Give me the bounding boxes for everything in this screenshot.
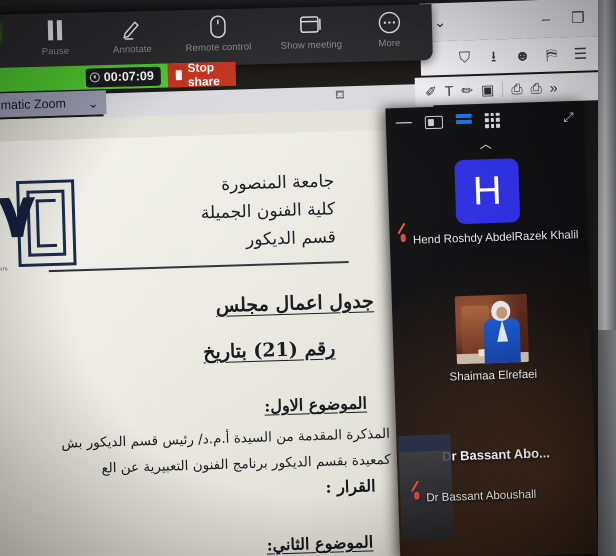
faculty-fine-arts-logo-icon: ٩٧ كلية الفنون الجميلة FACULTY OF FINE A…	[0, 178, 38, 275]
show-meeting-button[interactable]: Show meeting	[264, 11, 359, 52]
mouse-icon	[210, 14, 227, 38]
subject-two-heading: الموضوع الثاني:	[266, 532, 374, 555]
stop-share-button[interactable]: Stop share	[167, 60, 237, 89]
pdf-editing-toolbar: ✐ T ✏ ▣ ⎙ ⎙ »	[414, 71, 616, 106]
participant-video-thumbnail	[454, 293, 529, 365]
remote-control-button[interactable]: Remote control	[172, 13, 265, 54]
titlebar-spacer	[462, 20, 524, 22]
image-icon[interactable]: ▣	[481, 81, 495, 98]
grid-view-icon[interactable]	[484, 112, 501, 128]
decision-label: القرار :	[325, 476, 376, 497]
more-label: More	[378, 37, 401, 50]
strip-view-icon[interactable]	[455, 113, 472, 129]
participant-tile[interactable]: H Hend Roshdy AbdelRazek Khalil	[387, 150, 589, 292]
show-meeting-label: Show meeting	[280, 39, 343, 52]
clock-icon	[89, 72, 100, 83]
download-icon[interactable]: ⭳	[483, 48, 503, 65]
header-line-department: قسم الديكور	[245, 227, 337, 251]
maximize-button[interactable]: ❐	[568, 9, 588, 26]
screenshot-root: ٩٧ كلية الفنون الجميلة FACULTY OF FINE A…	[0, 0, 616, 556]
account-icon[interactable]: ☻	[512, 47, 532, 64]
pencil-icon	[120, 16, 145, 41]
header-divider	[48, 260, 349, 272]
text-icon[interactable]: T	[445, 83, 454, 99]
print-icon[interactable]: ⎙	[511, 80, 523, 97]
desktop-background-right-lower	[598, 330, 616, 556]
menu-icon[interactable]: ☰	[570, 45, 590, 62]
zoom-participant-panel: — ⤢ ︿ H Hend Roshdy AbdelRazek Khalil Sh…	[385, 101, 599, 556]
share-timer: 00:07:09	[85, 66, 162, 88]
toolbar-divider	[502, 81, 504, 98]
document-title-line-1: جدول اعمال مجلس	[215, 290, 375, 318]
participant-name-row: Hend Roshdy AbdelRazek Khalil	[399, 228, 579, 247]
zoom-level-value: utomatic Zoom	[0, 96, 67, 113]
pdf-document-page: ٩٧ كلية الفنون الجميلة FACULTY OF FINE A…	[0, 107, 404, 556]
document-title-line-2: رقم (21) بتاريخ	[202, 337, 336, 364]
participant-tile[interactable]: Dr Bassant Abo... Dr Bassant Aboushall	[396, 408, 598, 541]
pdf-toolbar-left: utomatic Zoom ⌄	[0, 90, 107, 118]
save-icon[interactable]: ⎙	[530, 79, 542, 96]
remote-control-label: Remote control	[185, 41, 252, 55]
mic-muted-icon	[412, 492, 421, 505]
mic-muted-icon	[399, 234, 408, 247]
participant-name: Dr Bassant Aboushall	[426, 488, 537, 504]
minimize-icon[interactable]: —	[396, 114, 413, 133]
participant-name-row: Dr Bassant Aboushall	[412, 488, 536, 505]
pause-label: Pause	[41, 45, 70, 58]
window-icon	[299, 12, 324, 37]
draw-icon[interactable]: ✏	[461, 82, 473, 99]
shield-icon[interactable]: ⛉	[454, 49, 474, 66]
participant-name: Hend Roshdy AbdelRazek Khalil	[412, 228, 579, 247]
highlight-icon[interactable]: ✐	[425, 83, 437, 100]
expand-icon[interactable]: ⤢	[563, 109, 574, 125]
participant-name: Shaimaa Elrefaei	[449, 368, 538, 384]
browser-navbar: ⛉ ⭳ ☻ ⛿ ☰	[420, 35, 616, 76]
subject-one-heading: الموضوع الاول:	[264, 393, 368, 416]
annotate-label: Annotate	[112, 43, 153, 56]
pdf-bookmark-icon[interactable]: ⛾	[335, 87, 345, 103]
fine-arts-logo-caption: كلية الفنون الجميلة FACULTY OF FINE ARTS	[0, 261, 9, 273]
adjacent-tile-sliver	[398, 434, 454, 541]
chevron-down-icon[interactable]: ⌄	[430, 13, 450, 30]
minimize-button[interactable]: –	[536, 10, 556, 27]
new-share-button[interactable]: re	[0, 19, 19, 59]
annotate-button[interactable]: Annotate	[92, 15, 173, 56]
ellipsis-icon	[377, 10, 401, 35]
document-header-block: جامعة المنصورة كلية الفنون الجميلة قسم ا…	[200, 167, 337, 255]
document-logos: ٩٧ كلية الفنون الجميلة FACULTY OF FINE A…	[0, 178, 77, 275]
stop-square-icon	[175, 70, 182, 81]
document-body-text: المذكرة المقدمة من السيدة أ.م.د/ رئيس قس…	[0, 421, 391, 486]
participant-display-name: Dr Bassant Abo...	[441, 444, 551, 464]
overflow-icon[interactable]: »	[549, 79, 557, 95]
avatar: H	[454, 158, 521, 225]
participant-tile[interactable]: Shaimaa Elrefaei	[392, 286, 594, 414]
bookmark-save-icon[interactable]: ⛿	[541, 46, 561, 63]
share-timer-value: 00:07:09	[103, 68, 155, 85]
speaker-view-icon[interactable]	[424, 115, 444, 129]
zoom-level-select[interactable]: utomatic Zoom ⌄	[0, 95, 99, 113]
fine-arts-caption-en: FACULTY OF FINE ARTS	[0, 266, 8, 273]
header-line-faculty: كلية الفنون الجميلة	[200, 199, 336, 224]
header-line-university: جامعة المنصورة	[220, 171, 335, 195]
pause-icon	[47, 18, 63, 42]
screenshare-status-bar: 00:07:09 Stop share	[0, 60, 237, 93]
chevron-down-icon: ⌄	[87, 96, 99, 111]
stop-share-label: Stop share	[187, 60, 221, 89]
more-button[interactable]: More	[358, 9, 421, 50]
pause-share-button[interactable]: Pause	[18, 17, 93, 58]
browser-titlebar: ⌄ – ❐ ✕	[419, 0, 616, 42]
fine-arts-logo-numeral: ٩٧	[0, 178, 38, 254]
